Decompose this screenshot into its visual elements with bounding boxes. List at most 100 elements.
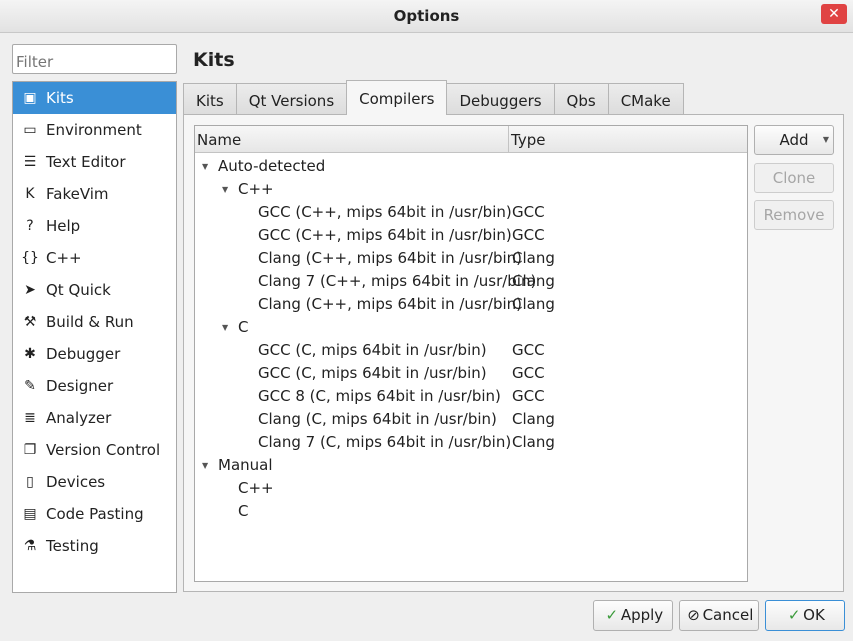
sidebar-item-environment[interactable]: ▭ Environment: [13, 114, 176, 146]
chevron-down-icon: ▼: [822, 135, 829, 144]
compiler-type: GCC: [512, 387, 545, 405]
sidebar-item-label: Qt Quick: [46, 281, 111, 299]
sidebar-item-debugger[interactable]: ✱ Debugger: [13, 338, 176, 370]
tree-row[interactable]: Clang (C++, mips 64bit in /usr/bin) Clang: [195, 247, 747, 270]
tab-bar: Kits Qt Versions Compilers Debuggers Qbs CMak…: [183, 80, 684, 115]
sidebar-item-kits[interactable]: ▣ Kits: [13, 82, 176, 114]
tree-row[interactable]: Clang (C, mips 64bit in /usr/bin) Clang: [195, 408, 747, 431]
close-icon: ✕: [828, 6, 840, 22]
tab-cmake[interactable]: CMake: [607, 83, 684, 115]
expand-arrow-icon[interactable]: ▼: [222, 178, 228, 201]
sidebar-item-version-control[interactable]: ❐ Version Control: [13, 434, 176, 466]
tab-debuggers[interactable]: Debuggers: [446, 83, 555, 115]
tree-row[interactable]: ▼ Auto-detected: [195, 155, 747, 178]
compiler-name: GCC (C, mips 64bit in /usr/bin): [258, 364, 487, 382]
tree-row[interactable]: GCC 8 (C, mips 64bit in /usr/bin) GCC: [195, 385, 747, 408]
compiler-name: Auto-detected: [218, 157, 326, 175]
cancel-button-label: Cancel: [702, 606, 754, 624]
compiler-type: Clang: [512, 433, 555, 451]
sidebar-item-label: Debugger: [46, 345, 121, 363]
tree-row[interactable]: GCC (C++, mips 64bit in /usr/bin) GCC: [195, 201, 747, 224]
add-button[interactable]: Add ▼: [754, 125, 834, 155]
tab-kits[interactable]: Kits: [183, 83, 237, 115]
sidebar-item-c[interactable]: {} C++: [13, 242, 176, 274]
text-editor-icon: ☰: [23, 154, 37, 170]
monitor-icon: ▭: [23, 122, 37, 138]
sidebar-item-designer[interactable]: ✎ Designer: [13, 370, 176, 402]
title-bar: Options ✕: [0, 0, 853, 33]
filter-input[interactable]: [12, 44, 177, 74]
sidebar-item-testing[interactable]: ⚗ Testing: [13, 530, 176, 562]
compiler-name: Clang 7 (C, mips 64bit in /usr/bin): [258, 433, 512, 451]
sidebar-item-label: Kits: [46, 89, 74, 107]
remove-button[interactable]: Remove: [754, 200, 834, 230]
sidebar-item-analyzer[interactable]: ≣ Analyzer: [13, 402, 176, 434]
cancel-button[interactable]: ⊘ Cancel: [679, 600, 759, 631]
cancel-icon: ⊘: [687, 606, 700, 624]
compiler-name: GCC 8 (C, mips 64bit in /usr/bin): [258, 387, 501, 405]
tree-row[interactable]: C: [195, 500, 747, 523]
column-header-name[interactable]: Name: [197, 131, 241, 149]
window-title: Options: [393, 7, 460, 25]
compiler-type: Clang: [512, 249, 555, 267]
ok-button[interactable]: ✓ OK: [765, 600, 845, 631]
tab-compilers[interactable]: Compilers: [346, 80, 448, 115]
devices-icon: ▯: [26, 474, 34, 490]
add-button-label: Add: [779, 131, 809, 149]
kits-icon: ▣: [23, 90, 37, 106]
fakevim-icon: K: [25, 186, 35, 202]
code-pasting-icon: ▤: [23, 506, 37, 522]
category-list: ▣ Kits ▭ Environment ☰ Text Editor K FakeVim? He…: [12, 81, 177, 593]
sidebar-item-label: Build & Run: [46, 313, 134, 331]
compiler-type: Clang: [512, 272, 555, 290]
tree-row[interactable]: Clang (C++, mips 64bit in /usr/bin) Clang: [195, 293, 747, 316]
expand-arrow-icon[interactable]: ▼: [202, 454, 208, 477]
expand-arrow-icon[interactable]: ▼: [222, 316, 228, 339]
tree-row[interactable]: Clang 7 (C, mips 64bit in /usr/bin) Clang: [195, 431, 747, 454]
check-icon: ✓: [787, 606, 801, 624]
tab-qt-versions[interactable]: Qt Versions: [235, 83, 348, 115]
expand-arrow-icon[interactable]: ▼: [202, 155, 208, 178]
clone-button-label: Clone: [772, 169, 816, 187]
pencil-icon: ✎: [24, 378, 36, 394]
column-header-type[interactable]: Type: [511, 131, 545, 149]
sidebar-item-code-pasting[interactable]: ▤ Code Pasting: [13, 498, 176, 530]
sidebar-item-label: Text Editor: [46, 153, 126, 171]
compiler-name: Manual: [218, 456, 273, 474]
compilers-tree[interactable]: Name Type ▼ Auto-detected ▼ C++ GCC (C++, mi…: [194, 125, 748, 582]
tree-row[interactable]: GCC (C, mips 64bit in /usr/bin) GCC: [195, 339, 747, 362]
tree-row[interactable]: ▼ Manual: [195, 454, 747, 477]
tree-row[interactable]: C++: [195, 477, 747, 500]
close-button[interactable]: ✕: [821, 4, 847, 24]
compiler-name: GCC (C++, mips 64bit in /usr/bin): [258, 226, 512, 244]
tree-row[interactable]: ▼ C++: [195, 178, 747, 201]
tree-row[interactable]: ▼ C: [195, 316, 747, 339]
compiler-type: GCC: [512, 364, 545, 382]
apply-button[interactable]: ✓ Apply: [593, 600, 673, 631]
tree-row[interactable]: GCC (C++, mips 64bit in /usr/bin) GCC: [195, 224, 747, 247]
compiler-type: Clang: [512, 295, 555, 313]
column-separator[interactable]: [508, 126, 509, 153]
compiler-type: Clang: [512, 410, 555, 428]
hammer-icon: ⚒: [23, 314, 37, 330]
sidebar-item-build-run[interactable]: ⚒ Build & Run: [13, 306, 176, 338]
check-icon: ✓: [605, 606, 619, 624]
help-icon: ?: [26, 218, 34, 234]
compiler-name: C: [238, 502, 249, 520]
compiler-name: C++: [238, 479, 274, 497]
sidebar-item-help[interactable]: ? Help: [13, 210, 176, 242]
tab-qbs[interactable]: Qbs: [553, 83, 609, 115]
sidebar-item-label: Designer: [46, 377, 114, 395]
sidebar-item-devices[interactable]: ▯ Devices: [13, 466, 176, 498]
compiler-name: C++: [238, 180, 274, 198]
sidebar-item-label: Testing: [46, 537, 99, 555]
sidebar-item-label: C++: [46, 249, 82, 267]
sidebar-item-qt-quick[interactable]: ➤ Qt Quick: [13, 274, 176, 306]
tree-row[interactable]: GCC (C, mips 64bit in /usr/bin) GCC: [195, 362, 747, 385]
cpp-braces-icon: {}: [21, 250, 39, 266]
compiler-name: Clang (C++, mips 64bit in /usr/bin): [258, 295, 523, 313]
tree-row[interactable]: Clang 7 (C++, mips 64bit in /usr/bin) Cla…: [195, 270, 747, 293]
clone-button[interactable]: Clone: [754, 163, 834, 193]
sidebar-item-fakevim[interactable]: K FakeVim: [13, 178, 176, 210]
sidebar-item-text-editor[interactable]: ☰ Text Editor: [13, 146, 176, 178]
